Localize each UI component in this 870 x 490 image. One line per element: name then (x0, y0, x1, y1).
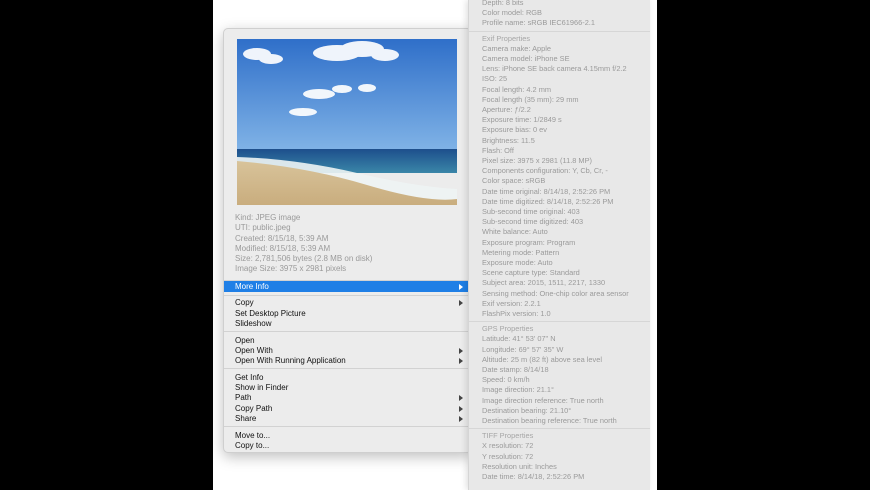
property-row: Image direction: 21.1° (482, 385, 554, 395)
panel-separator (469, 321, 650, 323)
submenu-arrow-icon (459, 358, 463, 364)
property-row: Latitude: 41° 53' 07" N (482, 334, 556, 344)
submenu-arrow-icon (459, 348, 463, 354)
property-row: Exif version: 2.2.1 (482, 298, 541, 308)
property-row: Speed: 0 km/h (482, 375, 530, 385)
menu-item-copy-to[interactable]: Copy to... (224, 440, 471, 451)
property-row: Aperture: ƒ/2.2 (482, 105, 531, 114)
info-size: Size: 2,781,506 bytes (2.8 MB on disk) (235, 254, 373, 264)
property-row: FlashPix version: 1.0 (482, 309, 551, 318)
menu-item-label: More Info (235, 282, 269, 291)
desktop-area: Kind: JPEG image UTI: public.jpeg Create… (213, 0, 657, 490)
info-image-size: Image Size: 3975 x 2981 pixels (235, 264, 347, 274)
property-row: Flash: Off (482, 145, 514, 155)
property-row: Sub-second time digitized: 403 (482, 217, 584, 227)
property-row: Color space: sRGB (482, 176, 546, 186)
property-row: Lens: iPhone SE back camera 4.15mm f/2.2 (482, 64, 627, 74)
property-row: Exposure bias: 0 ev (482, 125, 547, 135)
menu-item-open-with-running-app[interactable]: Open With Running Application (224, 355, 471, 366)
property-row: Brightness: 11.5 (482, 135, 535, 145)
menu-item-label: Slideshow (235, 319, 272, 328)
property-row: X resolution: 72 (482, 441, 534, 451)
property-row: Destination bearing reference: True nort… (482, 416, 617, 425)
property-row: Focal length: 4.2 mm (482, 84, 552, 94)
file-info: Kind: JPEG image UTI: public.jpeg Create… (235, 213, 372, 275)
menu-item-path[interactable]: Path (224, 392, 471, 403)
panel-separator (469, 30, 650, 32)
property-row: Profile name: sRGB IEC61966-2.1 (482, 18, 595, 28)
property-row: ISO: 25 (482, 74, 508, 84)
submenu-arrow-icon (459, 406, 463, 412)
info-created: Created: 8/15/18, 5:39 AM (235, 233, 329, 243)
exif-section-title: Exif Properties (482, 33, 531, 43)
property-row: Exposure time: 1/2849 s (482, 115, 562, 125)
submenu-arrow-icon (459, 300, 463, 306)
submenu-arrow-icon (459, 416, 463, 422)
menu-item-copy[interactable]: Copy (224, 297, 471, 308)
property-row: Image direction reference: True north (482, 395, 604, 405)
menu-item-more-info[interactable]: More Info (224, 281, 471, 292)
property-row: Camera model: iPhone SE (482, 54, 570, 63)
menu-separator (224, 426, 471, 427)
property-row: Focal length (35 mm): 29 mm (482, 94, 579, 104)
info-kind: Kind: JPEG image (235, 213, 301, 222)
menu-item-label: Copy (235, 298, 254, 307)
menu-item-label: Copy to... (235, 441, 270, 450)
image-preview (237, 39, 457, 205)
property-row: Sensing method: One-chip color area sens… (482, 288, 629, 298)
property-row: Subject area: 2015, 1511, 2217, 1330 (482, 278, 606, 288)
property-row: Camera make: Apple (482, 43, 552, 53)
property-row: Date stamp: 8/14/18 (482, 365, 549, 374)
property-row: Depth: 8 bits (482, 0, 524, 7)
menu-item-label: Open With Running Application (235, 356, 346, 365)
property-row: Sub-second time original: 403 (482, 207, 580, 216)
property-row: Date time digitized: 8/14/18, 2:52:26 PM (482, 196, 614, 206)
property-row: Y resolution: 72 (482, 451, 534, 461)
property-row: Color model: RGB (482, 8, 542, 18)
more-info-panel[interactable]: Depth: 8 bits Color model: RGB Profile nam… (468, 0, 650, 490)
panel-separator (469, 428, 650, 430)
context-menu: Kind: JPEG image UTI: public.jpeg Create… (223, 28, 472, 453)
property-row: White balance: Auto (482, 227, 548, 237)
property-row: Altitude: 25 m (82 ft) above sea level (482, 354, 602, 364)
property-row: Metering mode: Pattern (482, 247, 560, 257)
beach-photo (237, 39, 457, 205)
info-modified: Modified: 8/15/18, 5:39 AM (235, 243, 331, 253)
menu-separator (224, 331, 471, 332)
property-row: Components configuration: Y, Cb, Cr, - (482, 166, 608, 176)
menu-separator (224, 368, 471, 369)
property-row: Resolution unit: Inches (482, 461, 557, 471)
property-row: Destination bearing: 21.10° (482, 405, 572, 415)
submenu-arrow-icon (459, 284, 463, 290)
menu-item-slideshow[interactable]: Slideshow (224, 318, 471, 329)
property-row: Date time original: 8/14/18, 2:52:26 PM (482, 186, 611, 196)
property-row: Pixel size: 3975 x 2981 (11.8 MP) (482, 156, 592, 165)
gps-section-title: GPS Properties (482, 324, 534, 334)
property-row: Scene capture type: Standard (482, 268, 580, 278)
property-row: Longitude: 69° 57' 35" W (482, 344, 564, 354)
tiff-section-title: TIFF Properties (482, 431, 534, 441)
menu-item-share[interactable]: Share (224, 413, 471, 424)
menu-item-label: Path (235, 393, 252, 402)
menu-item-label: Share (235, 414, 257, 423)
submenu-arrow-icon (459, 395, 463, 401)
property-row: Exposure program: Program (482, 237, 576, 247)
info-uti: UTI: public.jpeg (235, 223, 291, 233)
property-row: Date time: 8/14/18, 2:52:26 PM (482, 472, 585, 481)
menu-separator (224, 295, 471, 296)
property-row: Exposure mode: Auto (482, 258, 553, 267)
